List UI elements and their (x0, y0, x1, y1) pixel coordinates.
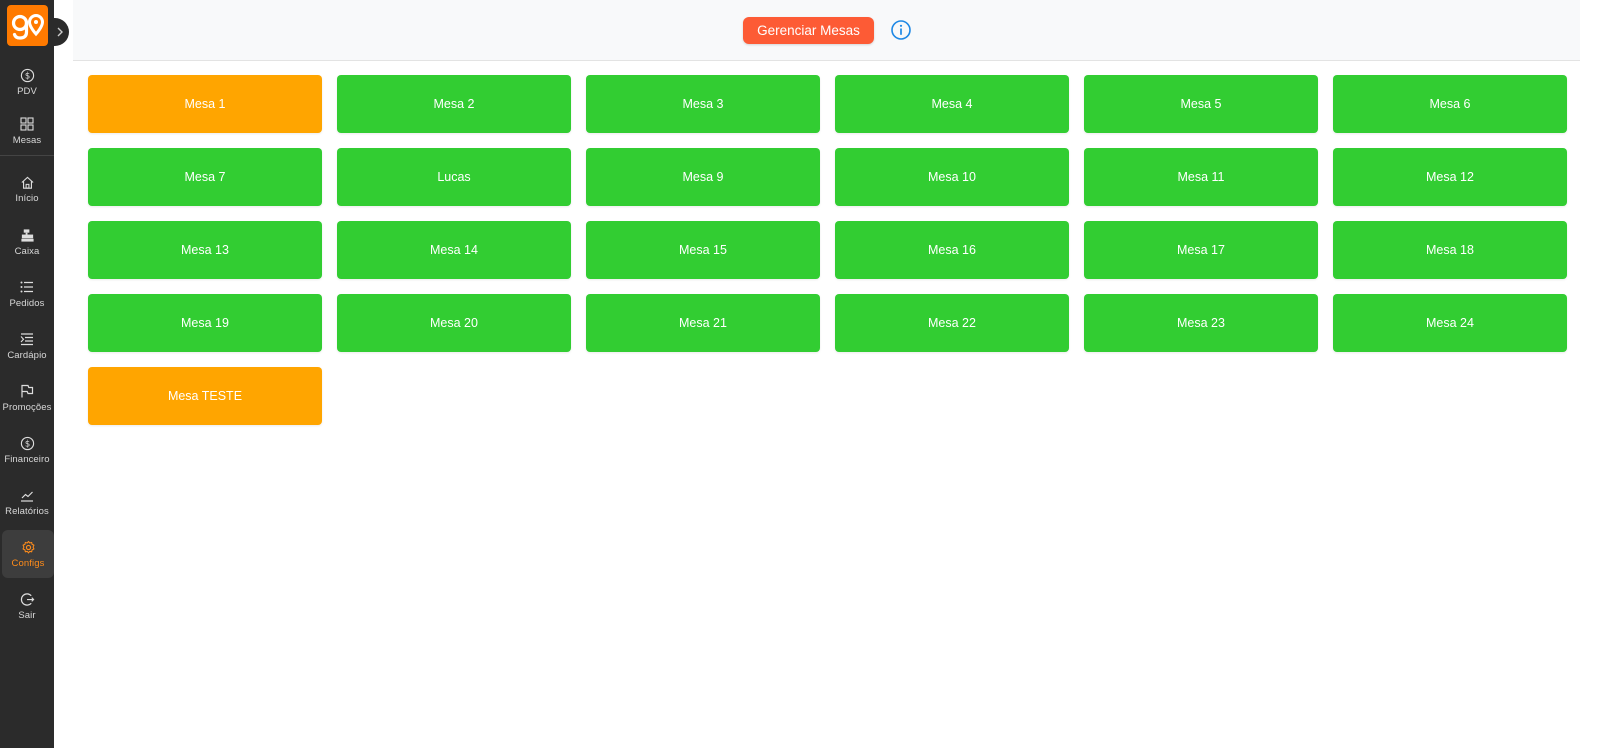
logout-icon (19, 591, 35, 607)
table-card[interactable]: Mesa 14 (337, 221, 571, 279)
table-card[interactable]: Mesa 17 (1084, 221, 1318, 279)
table-card[interactable]: Mesa 2 (337, 75, 571, 133)
sidebar-item-configs[interactable]: Configs (2, 530, 54, 578)
table-card[interactable]: Mesa 23 (1084, 294, 1318, 352)
table-card[interactable]: Mesa 3 (586, 75, 820, 133)
sidebar-item-label: Financeiro (4, 454, 50, 465)
table-card[interactable]: Mesa TESTE (88, 367, 322, 425)
sidebar-item-financeiro[interactable]: $ Financeiro (0, 426, 54, 474)
tables-grid: Mesa 1 Mesa 2 Mesa 3 Mesa 4 Mesa 5 Mesa 6 Mesa… (88, 75, 1568, 425)
page-header: Gerenciar Mesas (73, 0, 1580, 61)
table-card[interactable]: Mesa 22 (835, 294, 1069, 352)
grid-icon (19, 116, 35, 132)
brand-logo[interactable] (7, 5, 48, 46)
table-card[interactable]: Mesa 11 (1084, 148, 1318, 206)
menu-list-icon (19, 331, 35, 347)
sidebar-item-label: Cardápio (7, 350, 47, 361)
gear-icon (20, 539, 36, 555)
dollar-circle-icon: $ (19, 67, 35, 83)
sidebar-divider (0, 155, 54, 156)
sidebar-item-mesas[interactable]: Mesas (0, 107, 54, 155)
sidebar-item-inicio[interactable]: Início (0, 165, 54, 213)
sidebar-item-label: PDV (17, 86, 37, 97)
sidebar-item-label: Início (15, 193, 39, 204)
cash-register-icon (19, 227, 35, 243)
sidebar-item-sair[interactable]: Sair (0, 582, 54, 630)
sidebar-collapse-toggle[interactable] (50, 18, 69, 46)
table-card[interactable]: Mesa 19 (88, 294, 322, 352)
info-icon[interactable] (890, 19, 912, 41)
chevron-right-icon (57, 27, 63, 37)
table-card[interactable]: Mesa 18 (1333, 221, 1567, 279)
table-card[interactable]: Mesa 21 (586, 294, 820, 352)
sidebar-item-pdv[interactable]: $ PDV (0, 58, 54, 106)
go-logo-icon (11, 13, 44, 40)
table-card[interactable]: Mesa 1 (88, 75, 322, 133)
list-icon (19, 279, 35, 295)
sidebar-item-label: Promoções (2, 402, 52, 413)
sidebar-item-label: Pedidos (9, 298, 45, 309)
sidebar-item-promocoes[interactable]: Promoções (0, 374, 54, 422)
table-card[interactable]: Mesa 9 (586, 148, 820, 206)
sidebar-item-cardapio[interactable]: Cardápio (0, 322, 54, 370)
manage-tables-button[interactable]: Gerenciar Mesas (743, 17, 874, 44)
table-card[interactable]: Mesa 6 (1333, 75, 1567, 133)
table-card[interactable]: Lucas (337, 148, 571, 206)
dollar-circle-icon: $ (19, 435, 35, 451)
svg-text:$: $ (24, 70, 29, 80)
sidebar-item-pedidos[interactable]: Pedidos (0, 270, 54, 318)
home-icon (19, 174, 35, 190)
sidebar-item-label: Configs (11, 558, 45, 569)
table-card[interactable]: Mesa 5 (1084, 75, 1318, 133)
table-card[interactable]: Mesa 24 (1333, 294, 1567, 352)
table-card[interactable]: Mesa 15 (586, 221, 820, 279)
table-card[interactable]: Mesa 4 (835, 75, 1069, 133)
table-card[interactable]: Mesa 12 (1333, 148, 1567, 206)
sidebar-item-relatorios[interactable]: Relatórios (0, 478, 54, 526)
table-card[interactable]: Mesa 7 (88, 148, 322, 206)
sidebar: $ PDV Mesas Início Caixa Pedidos Cardápi… (0, 0, 69, 748)
svg-text:$: $ (24, 438, 29, 448)
sidebar-item-label: Caixa (14, 246, 40, 257)
table-card[interactable]: Mesa 10 (835, 148, 1069, 206)
sidebar-item-label: Mesas (12, 135, 42, 146)
table-card[interactable]: Mesa 16 (835, 221, 1069, 279)
table-card[interactable]: Mesa 13 (88, 221, 322, 279)
flag-icon (19, 383, 35, 399)
sidebar-item-label: Sair (18, 610, 36, 621)
table-card[interactable]: Mesa 20 (337, 294, 571, 352)
chart-line-icon (19, 487, 35, 503)
sidebar-item-label: Relatórios (5, 506, 49, 517)
app-window: $ PDV Mesas Início Caixa Pedidos Cardápi… (0, 0, 1600, 748)
sidebar-item-caixa[interactable]: Caixa (0, 218, 54, 266)
